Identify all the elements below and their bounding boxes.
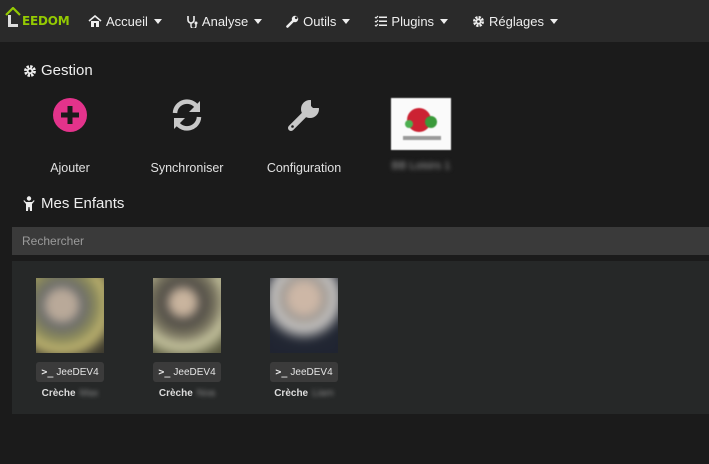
sync-button[interactable]: Synchroniser bbox=[132, 97, 242, 175]
chevron-down-icon bbox=[254, 18, 263, 24]
terminal-icon: >_ bbox=[158, 366, 171, 378]
child-name-blurred: Liam bbox=[312, 388, 334, 399]
chevron-down-icon bbox=[153, 18, 162, 24]
device-tag: >_ JeeDEV4 bbox=[36, 362, 104, 382]
child-card[interactable]: >_ JeeDEV4 Crèche Liam bbox=[264, 278, 344, 399]
plus-circle-icon bbox=[53, 98, 87, 132]
child-icon bbox=[23, 196, 35, 211]
chevron-down-icon bbox=[440, 18, 449, 24]
child-photo bbox=[36, 278, 104, 353]
terminal-icon: >_ bbox=[275, 366, 288, 378]
plugin-tile-label: BB Loisirs 1 bbox=[391, 160, 451, 172]
device-tag: >_ JeeDEV4 bbox=[270, 362, 338, 382]
gestion-title-text: Gestion bbox=[41, 62, 93, 79]
child-name: Crèche Max bbox=[30, 388, 110, 399]
house-logo-icon bbox=[5, 7, 21, 27]
child-card[interactable]: >_ JeeDEV4 Crèche Noa bbox=[147, 278, 227, 399]
children-panel: >_ JeeDEV4 Crèche Max >_ JeeDEV4 Crèche … bbox=[12, 261, 709, 414]
wrench-icon bbox=[288, 100, 319, 131]
nav-analyse-label: Analyse bbox=[201, 13, 249, 29]
plugin-tile[interactable]: BB Loisirs 1 bbox=[366, 98, 476, 172]
wrench-icon bbox=[286, 15, 299, 28]
terminal-icon: >_ bbox=[41, 366, 54, 378]
configuration-button[interactable]: Configuration bbox=[249, 97, 359, 175]
tasks-icon bbox=[374, 15, 388, 27]
nav-plugins[interactable]: Plugins bbox=[362, 0, 460, 42]
nav-accueil-label: Accueil bbox=[106, 13, 148, 29]
top-navbar: EEDOM Accueil Analyse Outils Plugins Rég… bbox=[0, 0, 709, 42]
device-tag-label: JeeDEV4 bbox=[56, 366, 99, 378]
jeedom-logo[interactable]: EEDOM bbox=[0, 0, 76, 42]
gear-icon bbox=[24, 64, 36, 77]
device-tag: >_ JeeDEV4 bbox=[153, 362, 221, 382]
enfants-title-text: Mes Enfants bbox=[41, 195, 125, 212]
child-name: Crèche Liam bbox=[264, 388, 344, 399]
child-photo bbox=[270, 278, 338, 353]
add-button-label: Ajouter bbox=[50, 161, 90, 175]
sync-icon bbox=[172, 99, 202, 131]
plugin-logo bbox=[391, 98, 451, 150]
child-location: Crèche bbox=[274, 388, 309, 399]
gestion-section-title: Gestion bbox=[23, 62, 93, 79]
nav-accueil[interactable]: Accueil bbox=[76, 0, 174, 42]
chevron-down-icon bbox=[549, 18, 558, 24]
child-card[interactable]: >_ JeeDEV4 Crèche Max bbox=[30, 278, 110, 399]
configuration-button-label: Configuration bbox=[266, 161, 342, 175]
nav-plugins-label: Plugins bbox=[391, 13, 435, 29]
child-location: Crèche bbox=[158, 388, 193, 399]
sync-button-label: Synchroniser bbox=[150, 161, 224, 175]
device-tag-label: JeeDEV4 bbox=[173, 366, 216, 378]
chevron-down-icon bbox=[342, 18, 351, 24]
nav-reglages[interactable]: Réglages bbox=[460, 0, 570, 42]
child-photo bbox=[153, 278, 221, 353]
child-name-blurred: Max bbox=[79, 388, 99, 399]
enfants-section-title: Mes Enfants bbox=[23, 195, 124, 212]
stethoscope-icon bbox=[187, 15, 198, 28]
nav-outils[interactable]: Outils bbox=[274, 0, 362, 42]
nav-outils-label: Outils bbox=[303, 13, 337, 29]
child-location: Crèche bbox=[41, 388, 76, 399]
gear-icon bbox=[473, 15, 485, 27]
child-name-blurred: Noa bbox=[196, 388, 216, 399]
child-name: Crèche Noa bbox=[147, 388, 227, 399]
add-button[interactable]: Ajouter bbox=[15, 97, 125, 175]
nav-analyse[interactable]: Analyse bbox=[174, 0, 274, 42]
brand-text: EEDOM bbox=[22, 14, 70, 28]
search-input[interactable] bbox=[12, 227, 709, 255]
device-tag-label: JeeDEV4 bbox=[290, 366, 333, 378]
home-icon bbox=[88, 15, 102, 27]
nav-reglages-label: Réglages bbox=[489, 13, 544, 29]
